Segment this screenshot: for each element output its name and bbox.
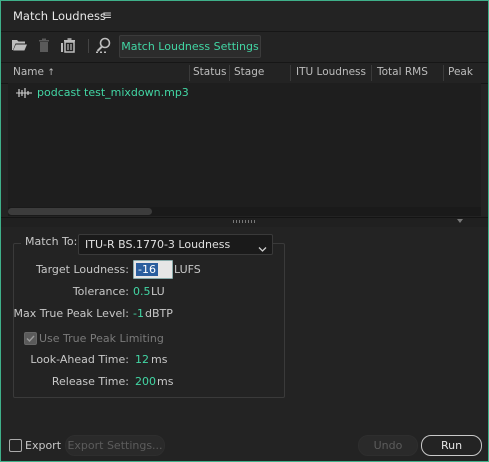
waveform-icon bbox=[16, 88, 32, 101]
release-time-value[interactable]: 200 bbox=[135, 375, 156, 388]
table-row[interactable]: podcast test_mixdown.mp3 bbox=[8, 85, 481, 101]
column-header-total-rms[interactable]: Total RMS bbox=[377, 66, 428, 78]
panel-menu-icon[interactable]: ≡ bbox=[102, 8, 112, 22]
max-true-peak-label: Max True Peak Level: bbox=[13, 307, 129, 320]
column-header-name[interactable]: Name ↑ bbox=[13, 66, 55, 78]
trash-icon bbox=[35, 36, 55, 56]
inspect-icon[interactable] bbox=[94, 36, 114, 56]
target-loudness-value: -16 bbox=[136, 263, 158, 276]
use-true-peak-label: Use True Peak Limiting bbox=[39, 332, 164, 345]
look-ahead-value[interactable]: 12 bbox=[135, 353, 149, 366]
release-time-unit: ms bbox=[157, 375, 174, 388]
column-divider[interactable] bbox=[443, 65, 444, 81]
collapse-arrow-icon[interactable] bbox=[457, 219, 463, 223]
panel-header: Match Loudness ≡ bbox=[1, 1, 488, 32]
tolerance-label: Tolerance: bbox=[72, 285, 129, 298]
use-true-peak-checkbox bbox=[24, 332, 37, 345]
export-checkbox[interactable] bbox=[9, 439, 22, 452]
column-header-stage[interactable]: Stage bbox=[234, 66, 264, 78]
look-ahead-label: Look-Ahead Time: bbox=[30, 353, 129, 366]
target-loudness-input[interactable]: -16 bbox=[133, 260, 173, 279]
panel-title: Match Loudness bbox=[13, 9, 106, 23]
look-ahead-unit: ms bbox=[151, 353, 168, 366]
toolbar: Match Loudness Settings bbox=[1, 32, 488, 60]
run-button[interactable]: Run bbox=[421, 435, 482, 456]
clear-all-icon[interactable] bbox=[59, 36, 79, 56]
match-to-label: Match To: bbox=[21, 235, 82, 248]
column-header-peak[interactable]: Peak bbox=[448, 66, 473, 78]
toolbar-separator bbox=[88, 39, 89, 53]
undo-button: Undo bbox=[358, 435, 418, 456]
splitter-grip-icon[interactable] bbox=[233, 220, 255, 223]
chevron-down-icon bbox=[258, 240, 267, 259]
column-divider[interactable] bbox=[229, 65, 230, 81]
table-header: Name ↑ Status Stage ITU Loudness Total R… bbox=[1, 62, 488, 84]
match-loudness-panel: Match Loudness ≡ Match Loudness Settings… bbox=[0, 0, 489, 462]
sort-arrow-icon: ↑ bbox=[47, 68, 55, 78]
footer: Export Export Settings... Undo Run bbox=[1, 431, 488, 461]
column-divider[interactable] bbox=[189, 65, 190, 81]
horizontal-scrollbar-thumb[interactable] bbox=[8, 208, 152, 215]
release-time-label: Release Time: bbox=[51, 375, 129, 388]
match-to-value: ITU-R BS.1770-3 Loudness bbox=[85, 238, 231, 251]
match-loudness-settings-button[interactable]: Match Loudness Settings bbox=[119, 35, 261, 58]
column-header-itu-loudness[interactable]: ITU Loudness bbox=[296, 66, 366, 78]
column-divider[interactable] bbox=[371, 65, 372, 81]
tolerance-value[interactable]: 0.5 bbox=[133, 285, 151, 298]
max-true-peak-value[interactable]: -1 bbox=[133, 307, 144, 320]
file-name: podcast test_mixdown.mp3 bbox=[37, 86, 189, 99]
target-loudness-unit: LUFS bbox=[174, 263, 201, 276]
target-loudness-label: Target Loudness: bbox=[35, 263, 129, 276]
max-true-peak-unit: dBTP bbox=[145, 307, 173, 320]
file-list[interactable]: podcast test_mixdown.mp3 bbox=[8, 83, 481, 207]
export-label: Export bbox=[25, 439, 62, 452]
match-to-select[interactable]: ITU-R BS.1770-3 Loudness bbox=[78, 234, 273, 255]
export-settings-button: Export Settings... bbox=[65, 435, 165, 456]
tolerance-unit: LU bbox=[151, 285, 165, 298]
folder-open-icon[interactable] bbox=[10, 36, 30, 56]
column-header-status[interactable]: Status bbox=[193, 66, 226, 78]
column-divider[interactable] bbox=[290, 65, 291, 81]
